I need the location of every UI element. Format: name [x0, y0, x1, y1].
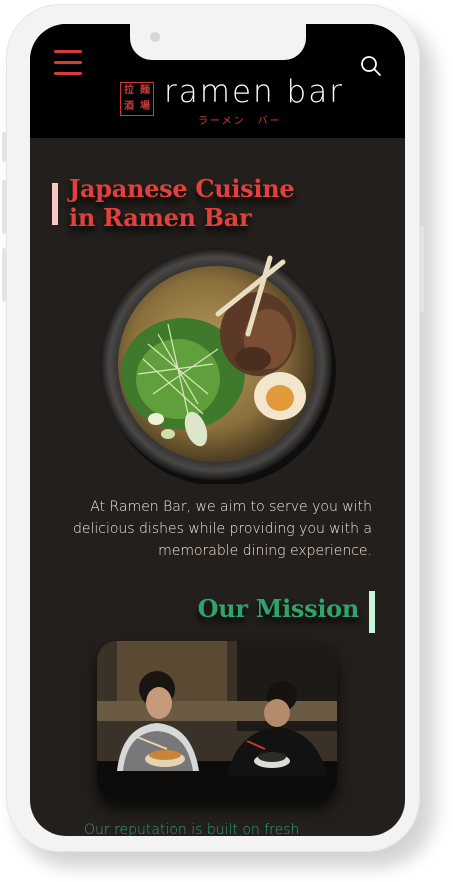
search-icon[interactable]: [359, 54, 383, 78]
camera-icon: [150, 32, 160, 42]
logo-stamp-char: 麺: [140, 85, 150, 96]
intro-paragraph: At Ramen Bar, we aim to serve you with d…: [73, 499, 372, 559]
ramen-bowl-photo: [98, 244, 338, 486]
site-logo[interactable]: 拉 麺 酒 場 ramen bar ラーメン バー: [120, 74, 342, 130]
logo-stamp-char: 酒: [124, 101, 134, 112]
phone-notch: [130, 24, 306, 60]
phone-side-button: [2, 132, 6, 162]
hamburger-icon[interactable]: [54, 50, 84, 78]
diners-eating-ramen-photo: [97, 641, 337, 801]
phone-frame: 拉 麺 酒 場 ramen bar ラーメン バー Japanese Cuisi…: [2, 4, 424, 852]
hero-title-line: Japanese Cuisine: [69, 174, 295, 203]
phone-volume-down-button: [2, 248, 6, 302]
hero-accent-bar: [52, 183, 58, 225]
mission-accent-bar: [369, 591, 375, 633]
mission-paragraph: Our reputation is built on fresh: [84, 822, 300, 836]
phone-power-button: [420, 226, 424, 312]
hero-title-line: in Ramen Bar: [69, 203, 252, 232]
logo-wordmark: ramen bar: [164, 74, 344, 110]
logo-stamp: 拉 麺 酒 場: [120, 82, 154, 116]
hero-title: Japanese Cuisine in Ramen Bar: [69, 174, 369, 232]
logo-katakana: ラーメン バー: [198, 116, 282, 127]
logo-stamp-char: 場: [140, 101, 150, 112]
logo-stamp-char: 拉: [124, 85, 134, 96]
mission-title: Our Mission: [197, 594, 360, 623]
phone-screen: 拉 麺 酒 場 ramen bar ラーメン バー Japanese Cuisi…: [30, 24, 405, 836]
phone-volume-up-button: [2, 180, 6, 234]
